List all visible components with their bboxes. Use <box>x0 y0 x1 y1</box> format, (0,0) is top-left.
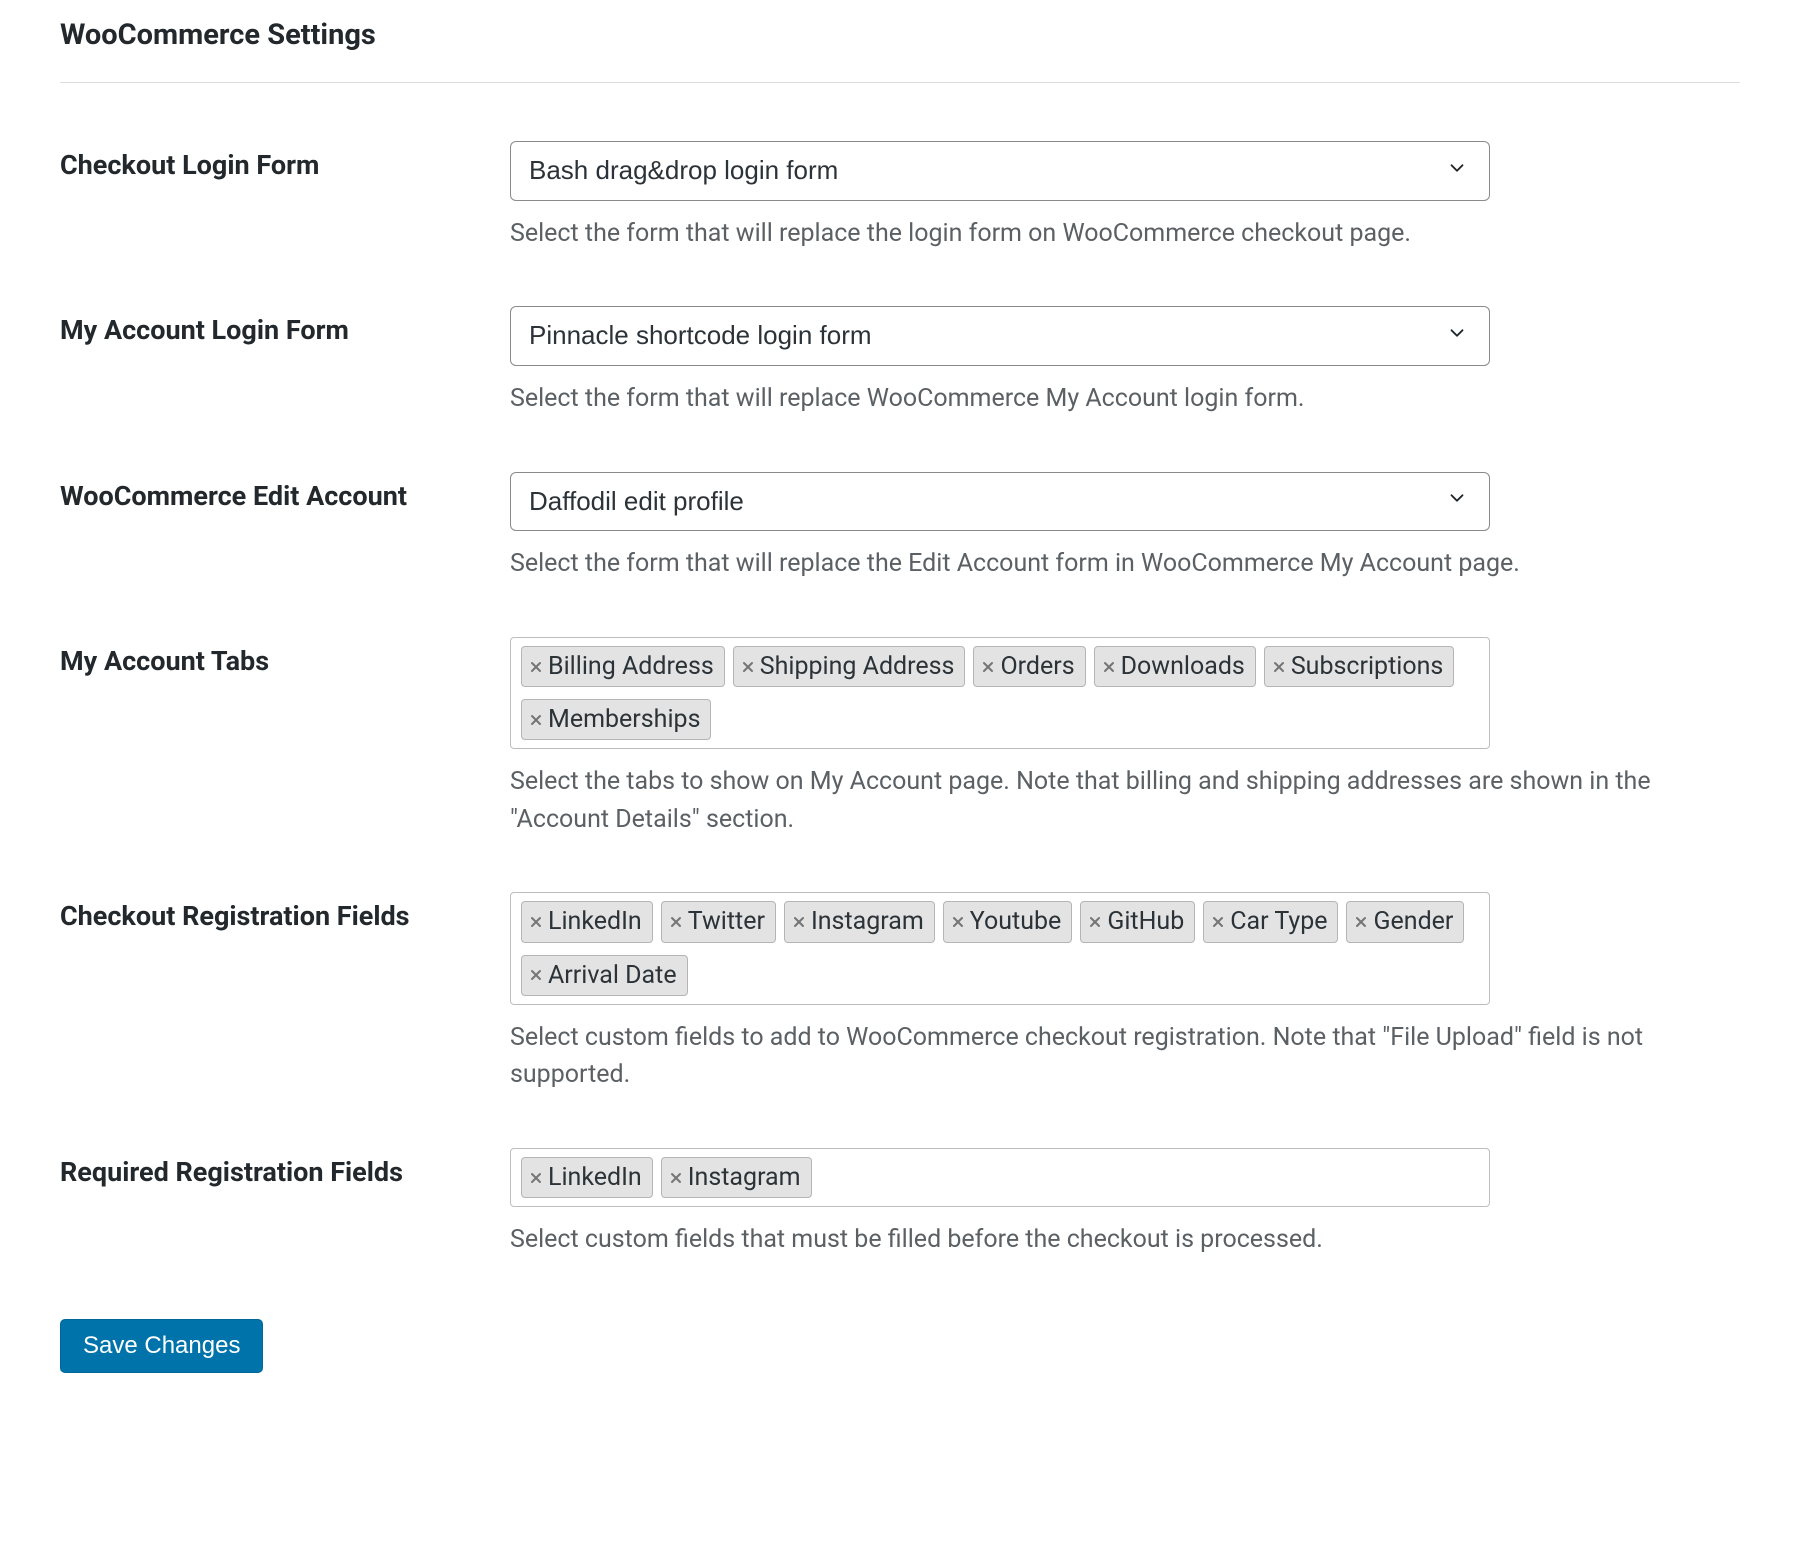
checkout-login-form-description: Select the form that will replace the lo… <box>510 215 1710 253</box>
tag-label: LinkedIn <box>548 1162 642 1193</box>
woocommerce-edit-account-label: WooCommerce Edit Account <box>60 454 510 619</box>
close-icon[interactable] <box>950 914 966 930</box>
section-divider <box>60 82 1740 83</box>
tag[interactable]: Downloads <box>1094 646 1256 687</box>
tag[interactable]: LinkedIn <box>521 1157 653 1198</box>
tag[interactable]: Orders <box>973 646 1085 687</box>
close-icon[interactable] <box>1210 914 1226 930</box>
my-account-tabs-description: Select the tabs to show on My Account pa… <box>510 763 1710 838</box>
my-account-login-form-label: My Account Login Form <box>60 288 510 453</box>
close-icon[interactable] <box>528 1170 544 1186</box>
page-title: WooCommerce Settings <box>60 18 1740 62</box>
my-account-tabs-tagbox[interactable]: Billing Address Shipping Address Orders Dow… <box>510 637 1490 750</box>
tag-label: Twitter <box>688 906 765 937</box>
close-icon[interactable] <box>528 914 544 930</box>
tag[interactable]: GitHub <box>1080 901 1195 942</box>
tag-label: Youtube <box>970 906 1062 937</box>
my-account-login-form-description: Select the form that will replace WooCom… <box>510 380 1710 418</box>
close-icon[interactable] <box>668 1170 684 1186</box>
tag-label: Subscriptions <box>1291 651 1443 682</box>
tag-label: GitHub <box>1107 906 1184 937</box>
close-icon[interactable] <box>740 659 756 675</box>
tag-label: Memberships <box>548 704 700 735</box>
close-icon[interactable] <box>668 914 684 930</box>
close-icon[interactable] <box>528 967 544 983</box>
tag-label: Billing Address <box>548 651 714 682</box>
tag-label: Car Type <box>1230 906 1327 937</box>
tag-label: Orders <box>1000 651 1074 682</box>
tag-label: Downloads <box>1121 651 1245 682</box>
close-icon[interactable] <box>528 659 544 675</box>
my-account-tabs-label: My Account Tabs <box>60 619 510 875</box>
woocommerce-edit-account-description: Select the form that will replace the Ed… <box>510 545 1710 583</box>
tag-label: Instagram <box>811 906 924 937</box>
tag-label: Instagram <box>688 1162 801 1193</box>
close-icon[interactable] <box>980 659 996 675</box>
tag-label: Arrival Date <box>548 960 677 991</box>
tag[interactable]: Shipping Address <box>733 646 966 687</box>
tag[interactable]: Car Type <box>1203 901 1338 942</box>
required-registration-fields-tagbox[interactable]: LinkedIn Instagram <box>510 1148 1490 1207</box>
tag[interactable]: Youtube <box>943 901 1073 942</box>
close-icon[interactable] <box>791 914 807 930</box>
close-icon[interactable] <box>1353 914 1369 930</box>
save-changes-button[interactable]: Save Changes <box>60 1319 263 1374</box>
woocommerce-edit-account-select[interactable]: Daffodil edit profile <box>510 472 1490 532</box>
tag[interactable]: Twitter <box>661 901 776 942</box>
checkout-login-form-select[interactable]: Bash drag&drop login form <box>510 141 1490 201</box>
tag[interactable]: Billing Address <box>521 646 725 687</box>
tag[interactable]: Gender <box>1346 901 1464 942</box>
tag-label: LinkedIn <box>548 906 642 937</box>
close-icon[interactable] <box>1101 659 1117 675</box>
checkout-registration-fields-tagbox[interactable]: LinkedIn Twitter Instagram Youtube GitHub Car… <box>510 892 1490 1005</box>
checkout-login-form-label: Checkout Login Form <box>60 123 510 288</box>
tag-label: Shipping Address <box>760 651 955 682</box>
required-registration-fields-label: Required Registration Fields <box>60 1130 510 1295</box>
tag[interactable]: LinkedIn <box>521 901 653 942</box>
checkout-registration-fields-description: Select custom fields to add to WooCommer… <box>510 1019 1710 1094</box>
tag[interactable]: Instagram <box>784 901 935 942</box>
close-icon[interactable] <box>1087 914 1103 930</box>
close-icon[interactable] <box>1271 659 1287 675</box>
tag[interactable]: Subscriptions <box>1264 646 1454 687</box>
tag[interactable]: Arrival Date <box>521 955 688 996</box>
required-registration-fields-description: Select custom fields that must be filled… <box>510 1221 1710 1259</box>
tag-label: Gender <box>1373 906 1453 937</box>
checkout-registration-fields-label: Checkout Registration Fields <box>60 874 510 1130</box>
tag[interactable]: Memberships <box>521 699 711 740</box>
my-account-login-form-select[interactable]: Pinnacle shortcode login form <box>510 306 1490 366</box>
settings-table: Checkout Login Form Bash drag&drop login… <box>60 123 1740 1295</box>
tag[interactable]: Instagram <box>661 1157 812 1198</box>
close-icon[interactable] <box>528 712 544 728</box>
